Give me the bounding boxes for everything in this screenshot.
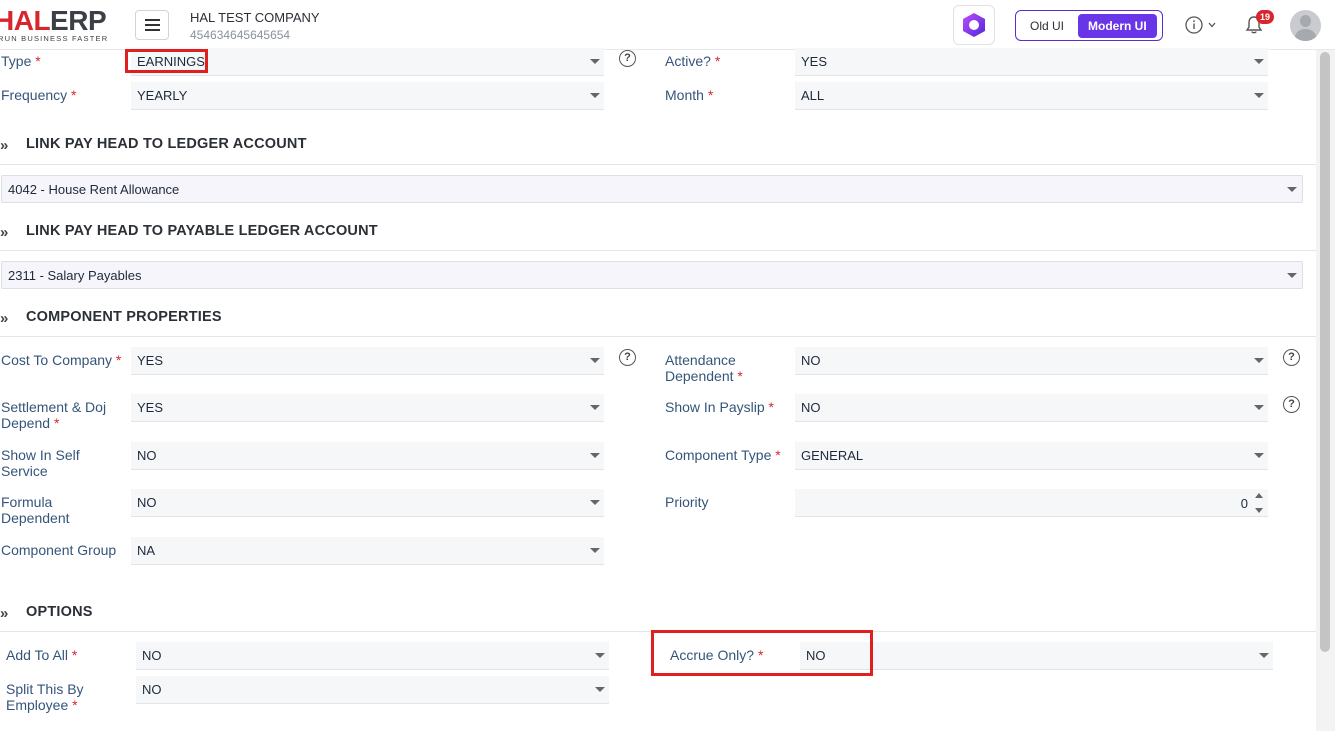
- add-to-all-label: Add To All *: [6, 647, 78, 663]
- priority-number-input[interactable]: 0: [795, 489, 1268, 517]
- chevron-down-icon: [1259, 653, 1269, 658]
- chevron-down-icon: [590, 405, 600, 410]
- double-chevron-right-icon: »: [0, 605, 9, 622]
- frequency-label: Frequency *: [1, 87, 77, 103]
- component-group-select[interactable]: NA: [131, 537, 604, 565]
- attendance-dependent-select[interactable]: NO: [795, 347, 1268, 375]
- show-in-self-service-label: Show In Self Service: [1, 447, 80, 479]
- attendance-dependent-label: Attendance Dependent *: [665, 352, 743, 384]
- highlight-box-accrue: [651, 630, 873, 676]
- priority-label: Priority: [665, 494, 709, 510]
- split-by-employee-label: Split This By Employee *: [6, 681, 84, 713]
- formula-dependent-select[interactable]: NO: [131, 489, 604, 517]
- chevron-down-icon[interactable]: [1255, 508, 1263, 513]
- split-by-employee-select[interactable]: NO: [136, 676, 609, 704]
- info-menu-button[interactable]: [1185, 16, 1217, 34]
- component-type-select[interactable]: GENERAL: [795, 442, 1268, 470]
- divider: [0, 336, 1316, 337]
- ledger-account-select[interactable]: 4042 - House Rent Allowance: [1, 175, 1303, 203]
- chevron-up-icon[interactable]: [1255, 493, 1263, 498]
- help-icon[interactable]: ?: [1283, 396, 1300, 413]
- chevron-down-icon: [590, 453, 600, 458]
- chevron-down-icon: [1254, 59, 1264, 64]
- chevron-down-icon: [1254, 453, 1264, 458]
- chevron-down-icon: [1208, 22, 1216, 28]
- company-logo[interactable]: HALERP RUN BUSINESS FASTER: [0, 6, 120, 44]
- frequency-select[interactable]: YEARLY: [131, 82, 604, 110]
- component-group-label: Component Group: [1, 542, 117, 558]
- help-icon[interactable]: ?: [619, 349, 636, 366]
- chevron-down-icon: [595, 687, 605, 692]
- cost-to-company-select[interactable]: YES: [131, 347, 604, 375]
- section-title-component: COMPONENT PROPERTIES: [26, 309, 222, 325]
- show-in-payslip-select[interactable]: NO: [795, 394, 1268, 422]
- section-title-payable: LINK PAY HEAD TO PAYABLE LEDGER ACCOUNT: [26, 223, 378, 239]
- hamburger-menu-button[interactable]: [135, 10, 169, 40]
- component-type-label: Component Type *: [665, 447, 781, 463]
- top-header: HALERP RUN BUSINESS FASTER HAL TEST COMP…: [0, 0, 1335, 50]
- month-label: Month *: [665, 87, 714, 103]
- type-label: Type *: [1, 53, 41, 69]
- add-to-all-select[interactable]: NO: [136, 642, 609, 670]
- double-chevron-right-icon: »: [0, 224, 9, 241]
- payable-ledger-select[interactable]: 2311 - Salary Payables: [1, 261, 1303, 289]
- chevron-down-icon: [1287, 273, 1297, 278]
- company-name: HAL TEST COMPANY: [190, 10, 320, 25]
- show-in-self-service-select[interactable]: NO: [131, 442, 604, 470]
- double-chevron-right-icon: »: [0, 310, 9, 327]
- company-id: 454634645645654: [190, 28, 291, 42]
- show-in-payslip-label: Show In Payslip *: [665, 399, 774, 415]
- chevron-down-icon: [590, 59, 600, 64]
- divider: [0, 250, 1316, 251]
- vertical-scrollbar-thumb[interactable]: [1320, 52, 1330, 652]
- chevron-down-icon: [590, 93, 600, 98]
- chevron-down-icon: [590, 358, 600, 363]
- old-ui-option[interactable]: Old UI: [1018, 19, 1074, 33]
- section-title-ledger: LINK PAY HEAD TO LEDGER ACCOUNT: [26, 136, 307, 152]
- chevron-down-icon: [1254, 93, 1264, 98]
- notification-count-badge: 19: [1256, 10, 1274, 24]
- ui-mode-toggle: Old UI Modern UI: [1015, 10, 1163, 41]
- app-launcher-icon[interactable]: [953, 5, 995, 45]
- settlement-doj-label: Settlement & Doj Depend *: [1, 399, 107, 431]
- chevron-down-icon: [1287, 187, 1297, 192]
- chevron-down-icon: [590, 548, 600, 553]
- modern-ui-option[interactable]: Modern UI: [1078, 13, 1157, 38]
- help-icon[interactable]: ?: [619, 50, 636, 67]
- cost-to-company-label: Cost To Company *: [1, 352, 122, 368]
- divider: [0, 164, 1316, 165]
- chevron-down-icon: [590, 500, 600, 505]
- double-chevron-right-icon: »: [0, 137, 9, 154]
- number-spinner[interactable]: [1255, 491, 1265, 515]
- chevron-down-icon: [1254, 405, 1264, 410]
- user-avatar[interactable]: [1290, 10, 1321, 41]
- active-select[interactable]: YES: [795, 48, 1268, 76]
- chevron-down-icon: [1254, 358, 1264, 363]
- info-icon: [1185, 16, 1203, 34]
- settlement-doj-select[interactable]: YES: [131, 394, 604, 422]
- section-title-options: OPTIONS: [26, 604, 93, 620]
- active-label: Active? *: [665, 53, 721, 69]
- formula-dependent-label: Formula Dependent: [1, 494, 70, 526]
- highlight-box-type: [125, 49, 208, 73]
- chevron-down-icon: [595, 653, 605, 658]
- help-icon[interactable]: ?: [1283, 349, 1300, 366]
- month-select[interactable]: ALL: [795, 82, 1268, 110]
